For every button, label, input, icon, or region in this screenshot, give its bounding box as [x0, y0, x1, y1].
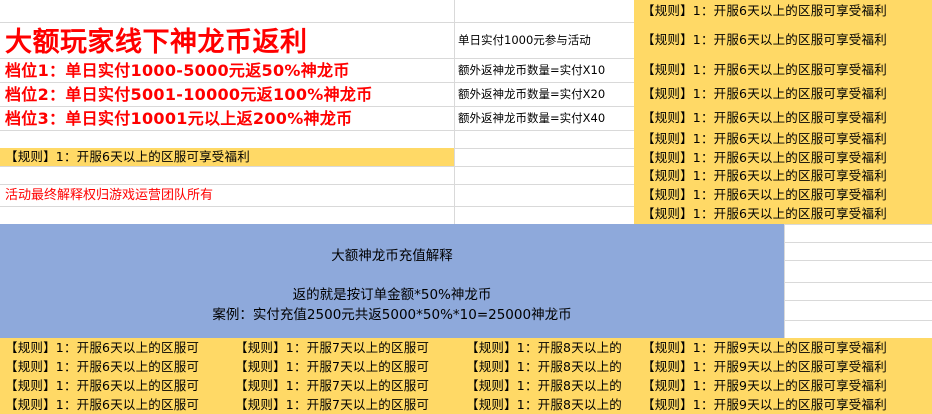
side-note-tier3: 额外返神龙币数量=实付X40	[458, 111, 606, 125]
bottom-rule: 【规则】1：开服9天以上的区服可享受福利	[642, 378, 887, 393]
disclaimer: 活动最终解释权归游戏运营团队所有	[5, 188, 214, 203]
right-rule: 【规则】1：开服6天以上的区服可享受福利	[642, 32, 887, 47]
bottom-rule: 【规则】1：开服7天以上的区服可	[235, 378, 430, 393]
right-rule: 【规则】1：开服6天以上的区服可享受福利	[642, 86, 887, 101]
explanation-heading: 大额神龙币充值解释	[331, 248, 453, 264]
side-note-participation: 单日实付1000元参与活动	[458, 33, 591, 47]
bottom-rule: 【规则】1：开服9天以上的区服可享受福利	[642, 340, 887, 355]
bottom-rule: 【规则】1：开服8天以上的	[466, 359, 623, 374]
right-rule: 【规则】1：开服6天以上的区服可享受福利	[642, 110, 887, 125]
explanation-block: 大额神龙币充值解释 返的就是按订单金额*50%神龙币 案例：实付充值2500元共…	[0, 224, 784, 338]
bottom-rule: 【规则】1：开服8天以上的	[466, 340, 623, 355]
right-rule: 【规则】1：开服6天以上的区服可享受福利	[642, 187, 887, 202]
page-title: 大额玩家线下神龙币返利	[5, 27, 308, 58]
explanation-line-1: 返的就是按订单金额*50%神龙币	[292, 287, 492, 303]
tier-3: 档位3：单日实付10001元以上返200%神龙币	[5, 109, 353, 128]
bottom-rule: 【规则】1：开服9天以上的区服可享受福利	[642, 397, 887, 412]
right-rule: 【规则】1：开服6天以上的区服可享受福利	[642, 150, 887, 165]
right-rule: 【规则】1：开服6天以上的区服可享受福利	[642, 206, 887, 221]
left-rule: 【规则】1：开服6天以上的区服可享受福利	[0, 148, 454, 166]
bottom-rule: 【规则】1：开服8天以上的	[466, 397, 623, 412]
bottom-rule: 【规则】1：开服7天以上的区服可	[235, 340, 430, 355]
bottom-rule: 【规则】1：开服6天以上的区服可	[5, 340, 200, 355]
tier-2: 档位2：单日实付5001-10000元返100%神龙币	[5, 85, 373, 104]
right-rule: 【规则】1：开服6天以上的区服可享受福利	[642, 3, 887, 18]
bottom-rule: 【规则】1：开服9天以上的区服可享受福利	[642, 359, 887, 374]
bottom-rule: 【规则】1：开服7天以上的区服可	[235, 397, 430, 412]
bottom-rule: 【规则】1：开服6天以上的区服可	[5, 397, 200, 412]
tier-1: 档位1：单日实付1000-5000元返50%神龙币	[5, 61, 350, 80]
side-note-tier1: 额外返神龙币数量=实付X10	[458, 63, 606, 77]
bottom-rule: 【规则】1：开服7天以上的区服可	[235, 359, 430, 374]
explanation-line-2: 案例：实付充值2500元共返5000*50%*10=25000神龙币	[212, 307, 572, 323]
bottom-rule: 【规则】1：开服8天以上的	[466, 378, 623, 393]
bottom-rule: 【规则】1：开服6天以上的区服可	[5, 378, 200, 393]
side-note-tier2: 额外返神龙币数量=实付X20	[458, 87, 606, 101]
bottom-rule: 【规则】1：开服6天以上的区服可	[5, 359, 200, 374]
right-rule: 【规则】1：开服6天以上的区服可享受福利	[642, 168, 887, 183]
right-rule: 【规则】1：开服6天以上的区服可享受福利	[642, 62, 887, 77]
right-rule: 【规则】1：开服6天以上的区服可享受福利	[642, 131, 887, 146]
